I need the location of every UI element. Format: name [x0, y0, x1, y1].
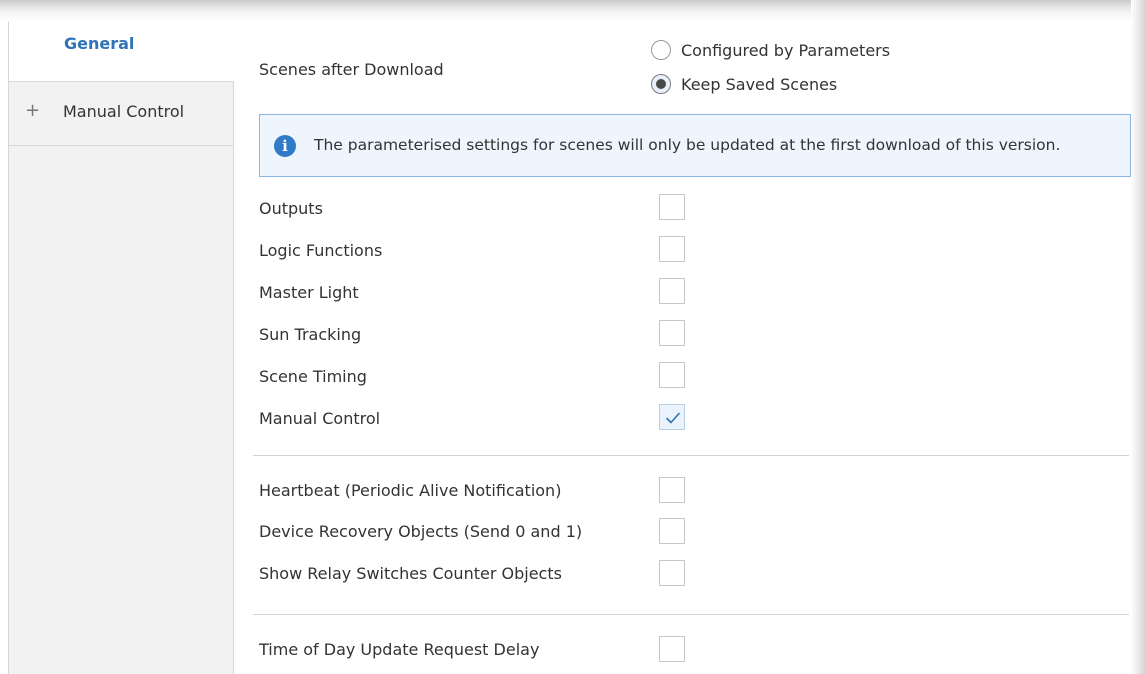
sun-tracking-checkbox[interactable]: [659, 320, 685, 346]
radio-configured-by-parameters[interactable]: Configured by Parameters: [651, 40, 890, 60]
info-text: The parameterised settings for scenes wi…: [314, 136, 1061, 154]
window-shadow-top: [0, 0, 1145, 22]
sun-tracking-label: Sun Tracking: [259, 325, 362, 344]
scene-timing-label: Scene Timing: [259, 367, 367, 386]
master-light-checkbox[interactable]: [659, 278, 685, 304]
scene-timing-checkbox[interactable]: [659, 362, 685, 388]
expand-plus-icon[interactable]: +: [25, 100, 40, 121]
device-recovery-label: Device Recovery Objects (Send 0 and 1): [259, 522, 583, 541]
radio-button-selected[interactable]: [651, 74, 671, 94]
info-icon: i: [274, 135, 296, 157]
heartbeat-label: Heartbeat (Periodic Alive Notification): [259, 481, 562, 500]
device-recovery-checkbox[interactable]: [659, 518, 685, 544]
radio-label: Keep Saved Scenes: [681, 74, 838, 94]
sidebar-item-general[interactable]: General: [9, 22, 234, 82]
manual-control-checkbox[interactable]: [659, 404, 685, 430]
logic-functions-label: Logic Functions: [259, 241, 383, 260]
sidebar-item-label: General: [64, 34, 135, 53]
divider: [253, 614, 1129, 615]
window-shadow-right: [1131, 0, 1145, 674]
time-of-day-delay-checkbox[interactable]: [659, 636, 685, 662]
scenes-after-download-label: Scenes after Download: [259, 60, 444, 79]
parameters-panel: General + Manual Control Scenes after Do…: [8, 22, 1131, 674]
divider: [253, 455, 1129, 456]
relay-counter-label: Show Relay Switches Counter Objects: [259, 564, 562, 583]
radio-keep-saved-scenes[interactable]: Keep Saved Scenes: [651, 74, 837, 94]
master-light-label: Master Light: [259, 283, 359, 302]
logic-functions-checkbox[interactable]: [659, 236, 685, 262]
radio-label: Configured by Parameters: [681, 40, 891, 60]
sidebar-item-label: Manual Control: [63, 102, 185, 121]
time-of-day-delay-label: Time of Day Update Request Delay: [259, 640, 540, 659]
heartbeat-checkbox[interactable]: [659, 477, 685, 503]
general-settings: Scenes after Download Configured by Para…: [235, 22, 1132, 674]
manual-control-label: Manual Control: [259, 409, 381, 428]
sidebar: General + Manual Control: [9, 22, 234, 674]
window: General + Manual Control Scenes after Do…: [0, 0, 1145, 674]
outputs-checkbox[interactable]: [659, 194, 685, 220]
sidebar-item-manual-control[interactable]: + Manual Control: [9, 82, 234, 146]
checkmark-icon: [666, 412, 680, 424]
relay-counter-checkbox[interactable]: [659, 560, 685, 586]
info-banner: i The parameterised settings for scenes …: [259, 114, 1131, 177]
outputs-label: Outputs: [259, 199, 323, 218]
radio-button[interactable]: [651, 40, 671, 60]
